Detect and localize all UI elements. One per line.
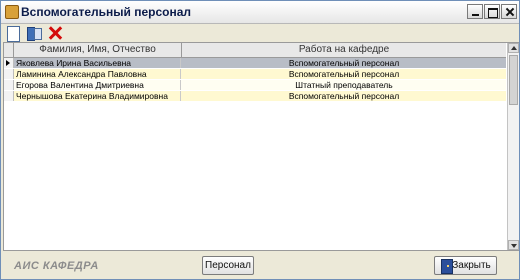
close-window-button[interactable] — [501, 4, 517, 19]
toolbar — [1, 24, 519, 42]
staff-grid: Фамилия, Имя, Отчество Работа на кафедре… — [3, 42, 519, 251]
vertical-scrollbar[interactable] — [507, 43, 519, 250]
minimize-button[interactable] — [467, 4, 483, 19]
staff-button[interactable]: Персонал — [202, 256, 254, 275]
folder-icon — [5, 5, 19, 19]
cell-work[interactable]: Штатный преподаватель — [182, 80, 506, 90]
footer-bar: АИС КАФЕДРА Персонал Закрыть — [1, 253, 519, 279]
cell-name[interactable]: Чернышова Екатерина Владимировна — [14, 91, 181, 101]
scroll-thumb[interactable] — [509, 55, 518, 105]
window-title: Вспомогательный персонал — [21, 5, 192, 19]
cell-name[interactable]: Егорова Валентина Дмитриевна — [14, 80, 181, 90]
table-row[interactable]: Чернышова Екатерина Владимировна Вспомог… — [4, 91, 506, 101]
row-indicator — [4, 69, 14, 79]
table-row[interactable]: Яковлева Ирина Васильевна Вспомогательны… — [4, 58, 506, 68]
row-indicator — [4, 91, 14, 101]
exit-door-icon — [441, 259, 453, 274]
row-indicator — [4, 58, 14, 68]
cell-work[interactable]: Вспомогательный персонал — [182, 69, 506, 79]
column-header-work[interactable]: Работа на кафедре — [182, 43, 506, 58]
main-window: Вспомогательный персонал Фамилия, Имя, О… — [0, 0, 520, 280]
cell-work[interactable]: Вспомогательный персонал — [182, 91, 506, 101]
cell-work[interactable]: Вспомогательный персонал — [182, 58, 506, 68]
scroll-up-icon[interactable] — [508, 43, 519, 53]
cell-name[interactable]: Ламинина Александра Павловна — [14, 69, 181, 79]
maximize-button[interactable] — [484, 4, 500, 19]
cell-name[interactable]: Яковлева Ирина Васильевна — [14, 58, 181, 68]
close-button[interactable]: Закрыть — [434, 256, 497, 275]
column-header-name[interactable]: Фамилия, Имя, Отчество — [14, 43, 182, 58]
close-button-label: Закрыть — [452, 260, 491, 271]
current-row-arrow-icon — [6, 60, 10, 66]
title-bar[interactable]: Вспомогательный персонал — [1, 1, 519, 24]
row-indicator-header — [4, 43, 14, 58]
new-icon[interactable] — [5, 25, 21, 42]
delete-icon[interactable] — [47, 25, 63, 41]
row-indicator — [4, 80, 14, 90]
table-row[interactable]: Егорова Валентина Дмитриевна Штатный пре… — [4, 80, 506, 90]
scroll-down-icon[interactable] — [508, 240, 519, 250]
edit-icon[interactable] — [26, 25, 42, 41]
table-row[interactable]: Ламинина Александра Павловна Вспомогател… — [4, 69, 506, 79]
company-logo-text: АИС КАФЕДРА — [14, 260, 99, 272]
